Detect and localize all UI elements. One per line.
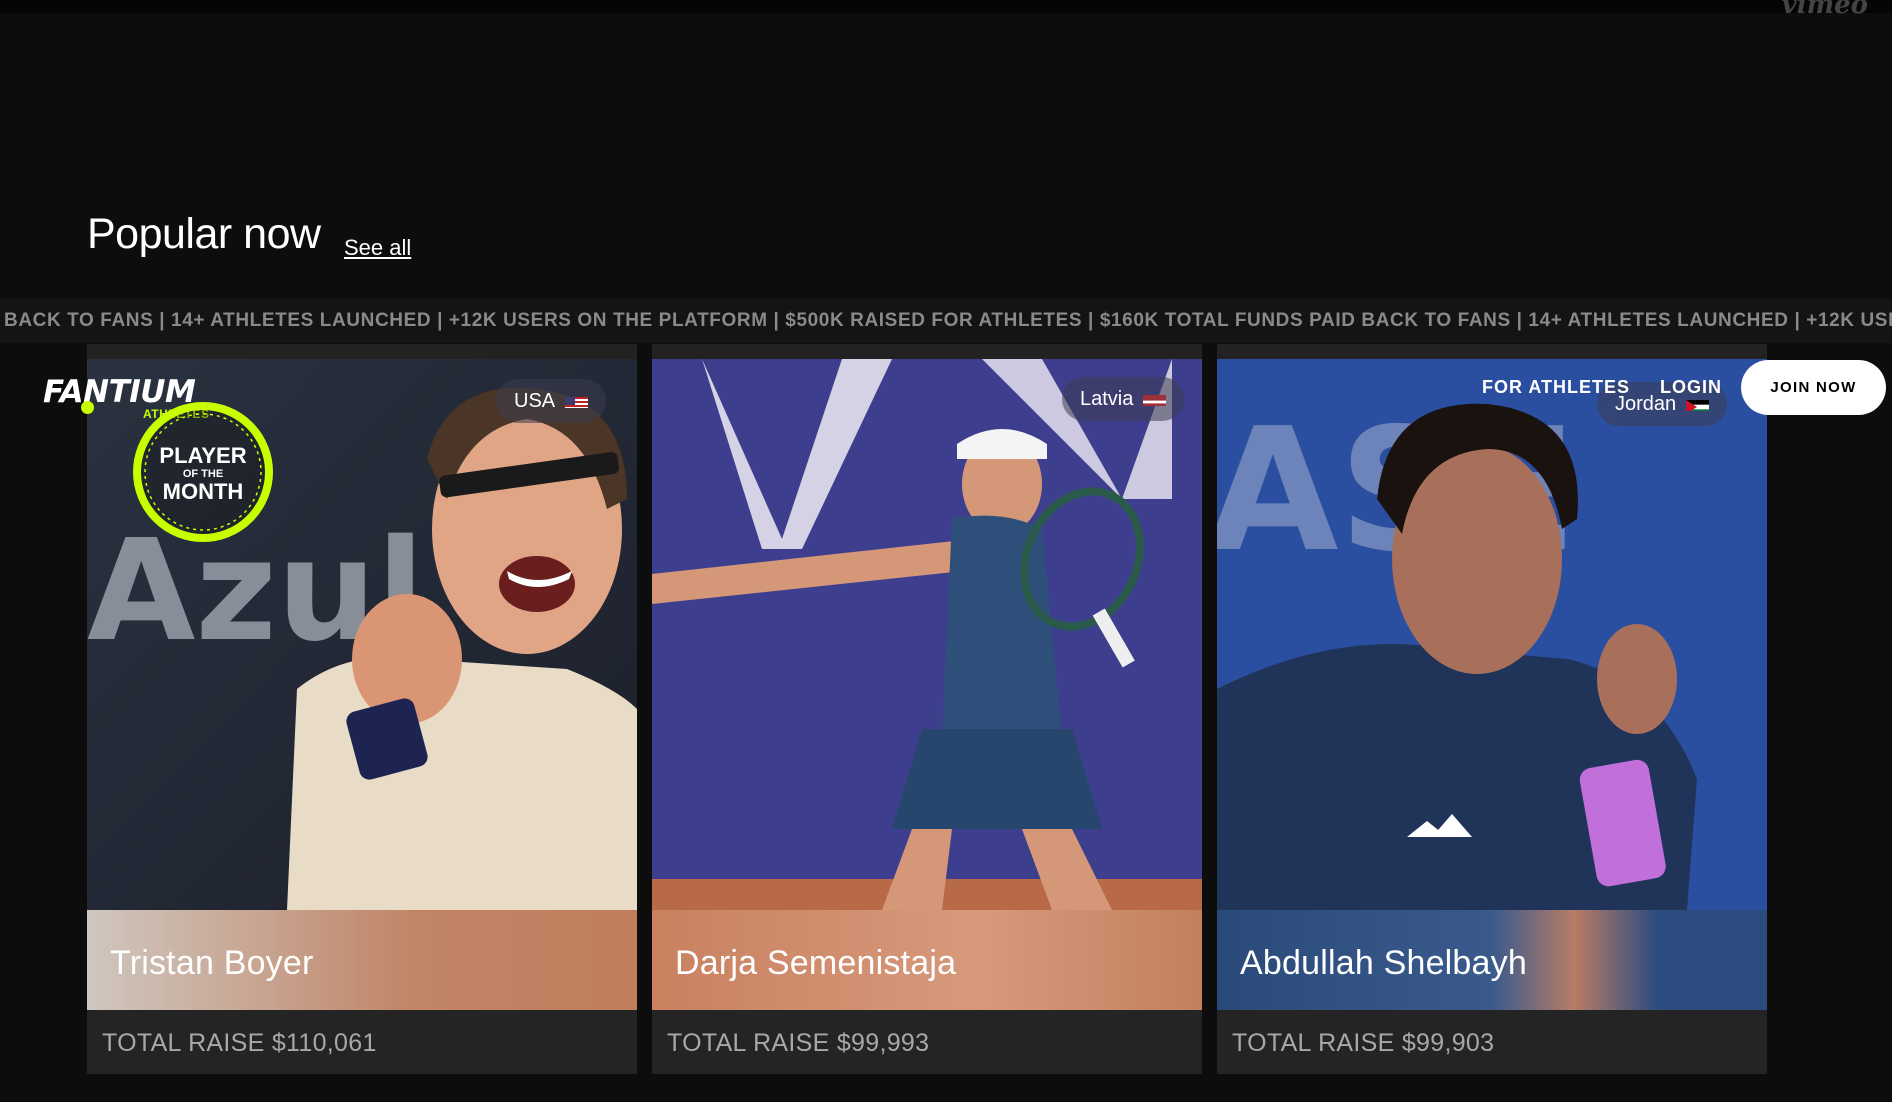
see-all-link[interactable]: See all (344, 235, 411, 261)
athlete-name: Abdullah Shelbayh (1240, 944, 1527, 982)
logo-dot (81, 401, 94, 414)
nav-login[interactable]: LOGIN (1660, 377, 1722, 398)
athlete-name: Tristan Boyer (110, 944, 314, 982)
latvia-flag-icon (1143, 392, 1167, 406)
ticker-text: BACK TO FANS | 14+ ATHLETES LAUNCHED | +… (4, 310, 1892, 331)
us-flag-icon (565, 394, 589, 408)
athlete-name: Darja Semenistaja (675, 944, 957, 982)
country-label: USA (514, 389, 556, 412)
stats-ticker: BACK TO FANS | 14+ ATHLETES LAUNCHED | +… (0, 299, 1892, 343)
total-raise: TOTAL RAISE $99,903 (1232, 1029, 1495, 1057)
athlete-photo: ASE (1217, 359, 1767, 910)
section-title: Popular now (87, 210, 321, 258)
athlete-card-darja-semenistaja[interactable]: Latvia Darja Semenistaja TOTAL RAISE $99… (652, 344, 1202, 1074)
total-raise: TOTAL RAISE $99,993 (667, 1029, 930, 1057)
join-now-button[interactable]: JOIN NOW (1741, 360, 1886, 415)
country-badge: USA (496, 379, 607, 423)
jordan-flag-icon (1686, 397, 1710, 411)
country-label: Latvia (1080, 387, 1134, 410)
potm-line1: PLAYER (159, 443, 246, 468)
athlete-card-abdullah-shelbayh[interactable]: ASE Jordan Abdullah Shelbayh TOTAL RAISE… (1217, 344, 1767, 1074)
player-of-the-month-badge: PLAYER OF THE MONTH (133, 402, 273, 542)
video-top-strip (0, 0, 1892, 13)
athlete-photo (652, 359, 1202, 910)
potm-line3: MONTH (163, 479, 244, 504)
total-raise: TOTAL RAISE $110,061 (102, 1029, 377, 1057)
vimeo-logo: vimeo (1781, 0, 1868, 20)
country-badge: Latvia (1062, 377, 1185, 421)
nav-for-athletes[interactable]: FOR ATHLETES (1482, 377, 1630, 398)
